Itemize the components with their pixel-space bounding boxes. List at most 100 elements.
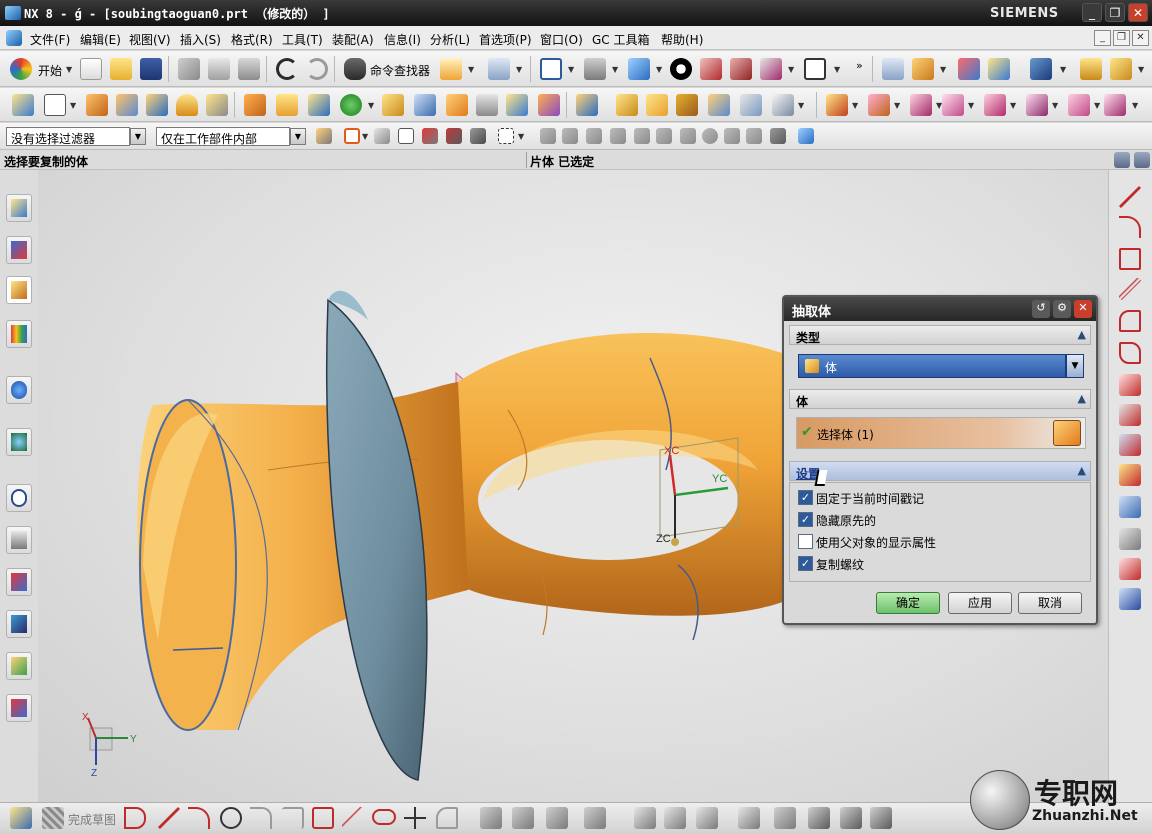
snap-intersect-icon[interactable] (610, 128, 626, 144)
point-icon[interactable] (340, 94, 362, 116)
menu-edit[interactable]: 编辑(E) (80, 31, 121, 48)
rect-select-icon[interactable] (498, 128, 514, 144)
extract-curve-icon[interactable] (1119, 558, 1141, 580)
dimension-icon[interactable] (664, 807, 686, 829)
alternate-solution-icon[interactable] (840, 807, 862, 829)
paste-icon[interactable] (238, 58, 260, 80)
arc-icon[interactable] (1119, 216, 1141, 238)
offset-sketch-icon[interactable] (584, 807, 606, 829)
relate-face-icon[interactable] (1068, 94, 1090, 116)
menu-help[interactable]: 帮助(H) (661, 31, 703, 48)
snap-midpoint-icon[interactable] (562, 128, 578, 144)
select-body-cube-icon[interactable] (1053, 420, 1081, 446)
sketch-point-icon[interactable] (404, 807, 426, 829)
parent-display-checkbox[interactable] (798, 534, 813, 549)
cone-icon[interactable] (206, 94, 228, 116)
sweep-icon[interactable] (446, 94, 468, 116)
finish-sketch-label[interactable]: 完成草图 (68, 811, 116, 828)
sew-icon[interactable] (772, 94, 794, 116)
helix-icon[interactable] (1119, 588, 1141, 610)
panel-options-icon[interactable] (1134, 152, 1150, 168)
menu-tools[interactable]: 工具(T) (282, 31, 323, 48)
snap-quadrant-icon[interactable] (656, 128, 672, 144)
command-finder-label[interactable]: 命令查找器 (370, 62, 430, 79)
settings-gear-icon[interactable]: ⚙ (1053, 300, 1071, 318)
sketch-spline-icon[interactable] (342, 807, 364, 829)
doc-close-button[interactable]: ✕ (1132, 30, 1149, 46)
filter-settings-icon[interactable] (316, 128, 332, 144)
polyline-icon[interactable] (1119, 278, 1141, 300)
revolve-icon[interactable] (116, 94, 138, 116)
binoculars-icon[interactable] (344, 58, 366, 80)
chamfer-icon[interactable] (616, 94, 638, 116)
layer-icon[interactable] (882, 58, 904, 80)
clock-icon[interactable] (6, 484, 32, 512)
thicken-icon[interactable] (476, 94, 498, 116)
profile-icon[interactable] (124, 807, 146, 829)
join-curve-icon[interactable] (1119, 528, 1141, 550)
collapse-up-icon[interactable]: ▲ (1078, 392, 1086, 405)
menu-preferences[interactable]: 首选项(P) (479, 31, 532, 48)
intersect-curve-icon[interactable] (1119, 434, 1141, 456)
scope-filter-select[interactable]: 仅在工作部件内部 (156, 127, 290, 146)
features-icon[interactable] (446, 128, 462, 144)
history-icon[interactable] (6, 428, 32, 456)
shell-icon[interactable] (676, 94, 698, 116)
sketch-line-icon[interactable] (158, 807, 180, 829)
menu-file[interactable]: 文件(F) (30, 31, 70, 48)
display-mode-icon[interactable] (670, 58, 692, 80)
scope-filter-arrow-icon[interactable]: ▼ (290, 128, 306, 145)
sketch-task-icon[interactable] (10, 807, 32, 829)
menu-view[interactable]: 视图(V) (129, 31, 171, 48)
doc-minimize-button[interactable]: _ (1094, 30, 1111, 46)
menu-insert[interactable]: 插入(S) (180, 31, 221, 48)
manufacturing-wizards-icon[interactable] (6, 610, 32, 638)
fit-view-icon[interactable] (540, 58, 562, 80)
project-curve-icon[interactable] (1119, 404, 1141, 426)
pencil-icon[interactable] (1110, 58, 1132, 80)
offset-face-icon[interactable] (414, 94, 436, 116)
minimize-button[interactable]: _ (1082, 3, 1102, 22)
start-icon[interactable] (10, 58, 32, 80)
sheet-icon[interactable] (44, 94, 66, 116)
menu-format[interactable]: 格式(R) (231, 31, 273, 48)
snap-endpoint-icon[interactable] (540, 128, 556, 144)
unite-icon[interactable] (244, 94, 266, 116)
collapse-up-icon[interactable]: ▲ (1078, 328, 1086, 341)
reuse-library-icon[interactable] (6, 320, 32, 348)
mirror-curve-icon[interactable] (634, 807, 656, 829)
cut-icon[interactable] (178, 58, 200, 80)
ok-button[interactable]: 确定 (876, 592, 940, 614)
highlight-icon[interactable] (398, 128, 414, 144)
make-corner-icon[interactable] (546, 807, 568, 829)
measure-icon[interactable] (958, 58, 980, 80)
snap-point-icon[interactable] (724, 128, 740, 144)
type-dropdown-arrow-icon[interactable]: ▼ (1066, 354, 1084, 378)
settings-section-header[interactable]: 设置 ▲ (789, 461, 1091, 481)
panel-toggle-icon[interactable] (1114, 152, 1130, 168)
cancel-button[interactable]: 取消 (1018, 592, 1082, 614)
constraint-navigator-icon[interactable] (6, 236, 32, 264)
resize-face-icon[interactable] (984, 94, 1006, 116)
extract-icon[interactable] (506, 94, 528, 116)
menu-info[interactable]: 信息(I) (384, 31, 421, 48)
save-icon[interactable] (140, 58, 162, 80)
bridge-curve-icon[interactable] (1119, 496, 1141, 518)
rectangle-icon[interactable] (1119, 248, 1141, 270)
line-icon[interactable] (1119, 186, 1141, 208)
quick-trim-icon[interactable] (480, 807, 502, 829)
restore-button[interactable]: ❐ (1105, 3, 1125, 22)
block-icon[interactable] (146, 94, 168, 116)
analysis-icon[interactable] (988, 58, 1010, 80)
move-object-icon[interactable] (826, 94, 848, 116)
system-materials-icon[interactable] (6, 526, 32, 554)
snap-curve-icon[interactable] (746, 128, 762, 144)
copy-threads-checkbox[interactable]: ✓ (798, 556, 813, 571)
trim-body-icon[interactable] (708, 94, 730, 116)
curve-rule-icon[interactable] (374, 128, 390, 144)
background-icon[interactable] (804, 58, 826, 80)
new-file-icon[interactable] (80, 58, 102, 80)
copy-icon[interactable] (208, 58, 230, 80)
fixed-timestamp-checkbox[interactable]: ✓ (798, 490, 813, 505)
body-section-header[interactable]: 体 ▲ (789, 389, 1091, 409)
